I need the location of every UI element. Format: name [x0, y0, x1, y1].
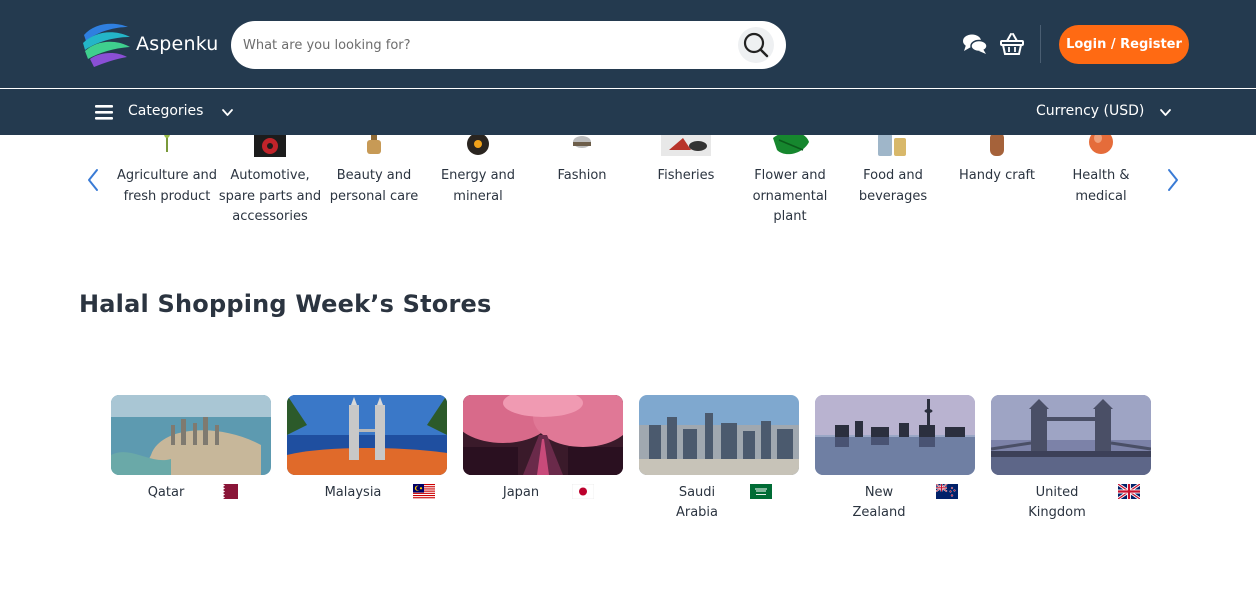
category-bar: Categories Currency (USD): [0, 89, 1256, 135]
store-name: Saudi Arabia: [675, 485, 719, 520]
category-fisheries[interactable]: Fisheries: [634, 166, 738, 187]
saudi-arabia-flag-icon: [750, 484, 772, 499]
united-kingdom-store-image: [991, 395, 1151, 475]
section-title: Halal Shopping Week’s Stores: [79, 290, 492, 318]
category-fashion[interactable]: Fashion: [530, 166, 634, 187]
new-zealand-store-image: [815, 395, 975, 475]
aspenku-logo[interactable]: Aspenku: [80, 19, 218, 69]
category-energy[interactable]: Energy and mineral: [426, 166, 530, 207]
search-button[interactable]: [738, 27, 774, 63]
store-name: United Kingdom: [1028, 485, 1086, 520]
store-card-united-kingdom[interactable]: United Kingdom: [991, 395, 1151, 535]
store-name: Malaysia: [324, 485, 382, 500]
category-food[interactable]: Food and beverages: [841, 166, 945, 207]
chevron-down-icon[interactable]: [1159, 106, 1172, 119]
top-header: Aspenku Login / Register: [0, 0, 1256, 88]
logo-mark-icon: [83, 23, 130, 67]
store-name: New Zealand: [852, 485, 906, 520]
basket-icon[interactable]: [999, 32, 1025, 56]
japan-flag-icon: [572, 484, 594, 499]
store-name: Japan: [502, 485, 540, 500]
united-kingdom-flag-icon: [1118, 484, 1140, 499]
category-automotive[interactable]: Automotive, spare parts and accessories: [218, 166, 322, 228]
qatar-store-image: [111, 395, 271, 475]
header-divider: [1040, 25, 1041, 63]
store-name: Qatar: [147, 485, 185, 500]
japan-store-image: [463, 395, 623, 475]
store-card-qatar[interactable]: Qatar: [111, 395, 271, 535]
chat-icon[interactable]: [962, 32, 988, 56]
carousel-next-icon[interactable]: [1166, 168, 1180, 192]
logo-text: Aspenku: [136, 33, 219, 55]
saudi-arabia-store-image: [639, 395, 799, 475]
malaysia-store-image: [287, 395, 447, 475]
store-card-japan[interactable]: Japan: [463, 395, 623, 535]
category-agriculture[interactable]: Agriculture and fresh product: [115, 166, 219, 207]
category-handycraft[interactable]: Handy craft: [945, 166, 1049, 187]
category-beauty[interactable]: Beauty and personal care: [322, 166, 426, 207]
new-zealand-flag-icon: [936, 484, 958, 499]
category-health[interactable]: Health & medical: [1049, 166, 1153, 207]
currency-dropdown[interactable]: Currency (USD): [1036, 103, 1144, 119]
menu-icon[interactable]: [95, 105, 113, 120]
qatar-flag-icon: [216, 484, 238, 499]
category-flower[interactable]: Flower and ornamental plant: [738, 166, 842, 228]
search-input[interactable]: [243, 21, 723, 69]
carousel-prev-icon[interactable]: [86, 168, 100, 192]
login-register-button[interactable]: Login / Register: [1059, 25, 1189, 64]
chevron-down-icon[interactable]: [221, 106, 234, 119]
store-card-malaysia[interactable]: Malaysia: [287, 395, 447, 535]
malaysia-flag-icon: [413, 484, 435, 499]
store-card-saudi-arabia[interactable]: Saudi Arabia: [639, 395, 799, 535]
categories-dropdown[interactable]: Categories: [128, 103, 203, 119]
search-icon: [743, 32, 769, 58]
store-card-new-zealand[interactable]: New Zealand: [815, 395, 975, 535]
search-bar: [231, 21, 786, 69]
